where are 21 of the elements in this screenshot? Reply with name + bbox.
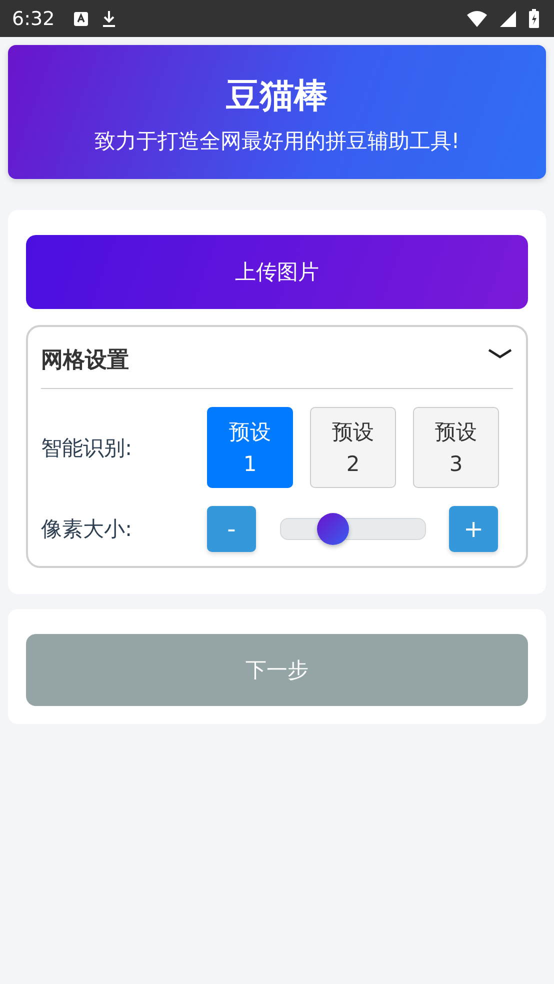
slider-track[interactable] <box>280 513 426 545</box>
preset-button[interactable]: 预设 1 <box>207 407 293 488</box>
battery-icon <box>528 8 540 28</box>
app-tagline: 致力于打造全网最好用的拼豆辅助工具! <box>94 128 460 155</box>
preset-button[interactable]: 预设 3 <box>413 407 499 488</box>
decrease-button[interactable]: - <box>207 506 256 552</box>
chevron-icon[interactable] <box>487 347 513 361</box>
upload-button[interactable]: 上传图片 <box>26 235 528 309</box>
slider-thumb[interactable] <box>317 513 350 545</box>
setting-label: 像素大小: <box>41 516 134 543</box>
section-title: 网格设置 <box>41 347 129 375</box>
clock: 6:32 <box>12 8 55 30</box>
preset-button[interactable]: 预设 2 <box>310 407 396 488</box>
download-icon <box>100 10 117 28</box>
keyboard-icon <box>72 10 89 26</box>
setting-label: 智能识别: <box>41 434 134 462</box>
wifi-icon <box>466 10 488 28</box>
increase-button[interactable]: + <box>449 506 498 552</box>
app-title: 豆猫棒 <box>226 75 328 118</box>
signal-icon <box>500 10 516 26</box>
next-button[interactable]: 下一步 <box>26 634 528 706</box>
